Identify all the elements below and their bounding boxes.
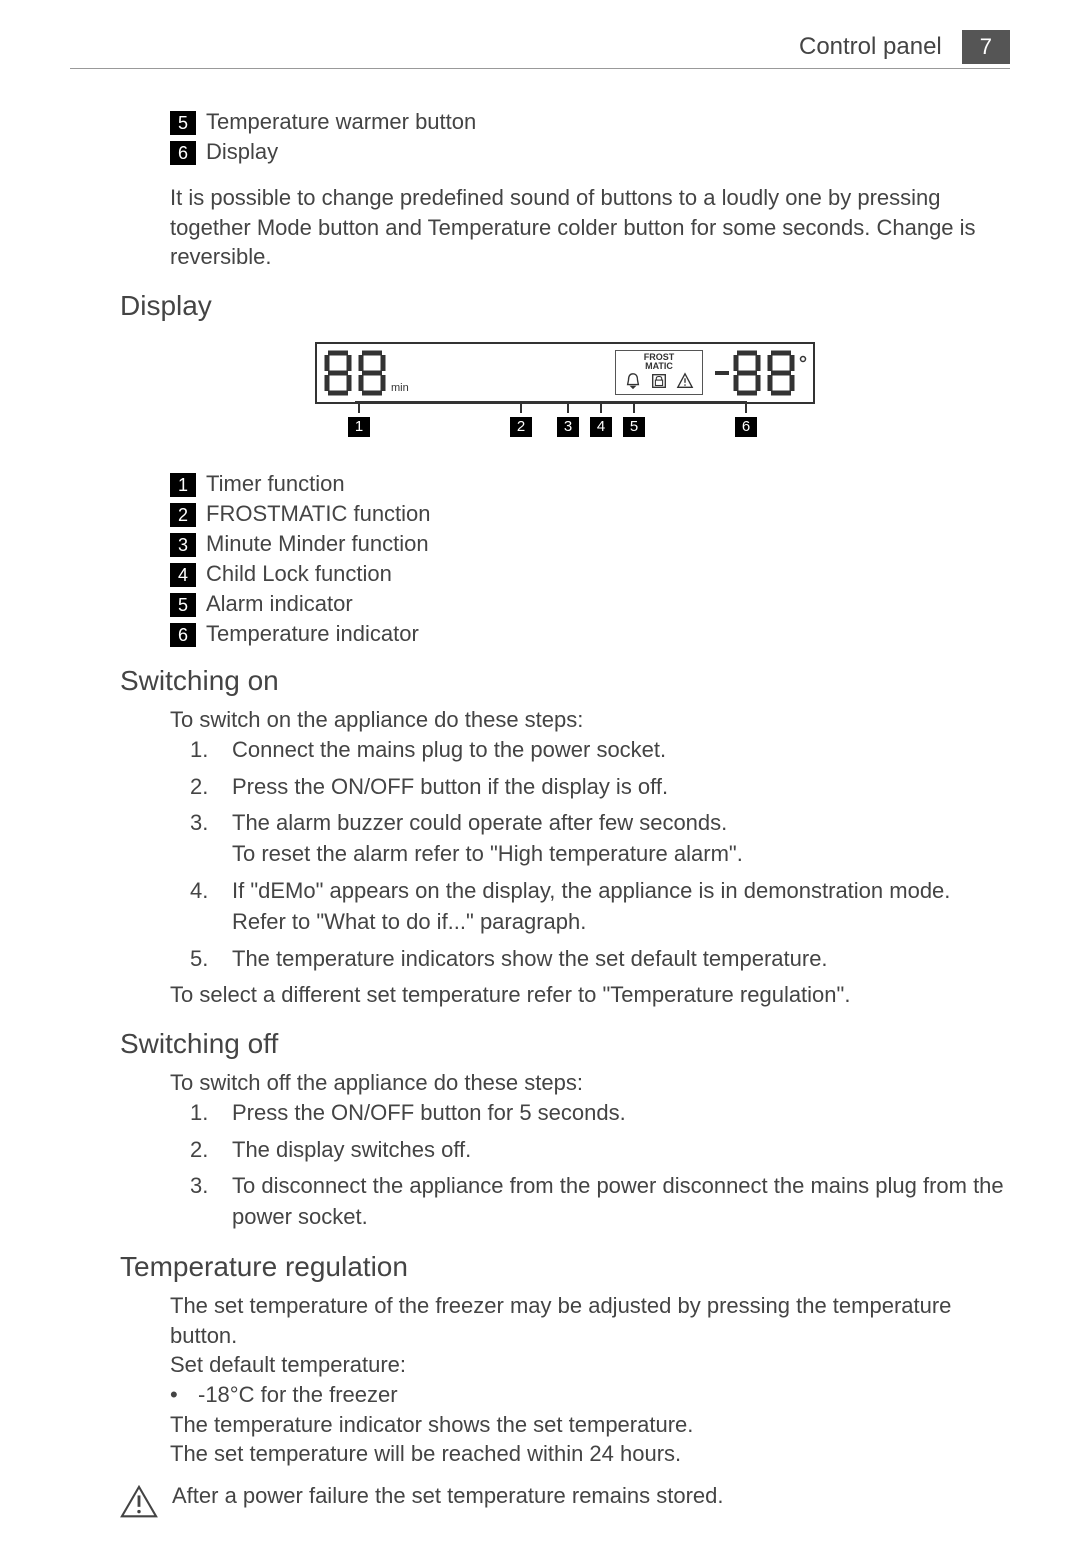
- legend-text: Temperature warmer button: [206, 109, 476, 135]
- legend-number-box: 4: [170, 563, 196, 587]
- section-heading-temp-regulation: Temperature regulation: [120, 1251, 1010, 1283]
- switching-off-intro: To switch off the appliance do these ste…: [170, 1068, 1010, 1098]
- warning-triangle-icon: [120, 1485, 158, 1519]
- section-heading-display: Display: [120, 290, 1010, 322]
- temp-reg-p3: The temperature indicator shows the set …: [170, 1410, 1010, 1440]
- switching-off-steps: 1.Press the ON/OFF button for 5 seconds.…: [190, 1098, 1010, 1233]
- step-text: Press the ON/OFF button for 5 seconds.: [232, 1098, 1010, 1129]
- minus-sign-icon: [715, 350, 729, 396]
- callout-number: 3: [557, 417, 579, 437]
- legend-text: Child Lock function: [206, 561, 392, 587]
- legend-number-box: 2: [170, 503, 196, 527]
- diagram-callout-row: 1 2 3 4 5: [315, 401, 815, 456]
- legend-number-box: 5: [170, 111, 196, 135]
- lcd-frame: min FROST MATIC: [315, 342, 815, 404]
- page-number-badge: 7: [962, 30, 1010, 64]
- legend-text: FROSTMATIC function: [206, 501, 431, 527]
- step-text: If "dEMo" appears on the display, the ap…: [232, 876, 1010, 938]
- alarm-triangle-icon: [676, 372, 694, 390]
- step-number: 3.: [190, 808, 232, 870]
- frostmatic-label: FROST MATIC: [644, 353, 675, 371]
- bullet-icon: •: [170, 1380, 198, 1410]
- step-number: 2.: [190, 772, 232, 803]
- step-number: 4.: [190, 876, 232, 938]
- seg-group: [323, 350, 387, 396]
- legend-item: 6 Display: [170, 139, 1010, 165]
- lcd-timer-area: min: [323, 350, 409, 396]
- seg-group: [732, 350, 796, 396]
- seven-segment-digit: [766, 350, 796, 396]
- lcd-display-diagram: min FROST MATIC: [315, 342, 815, 456]
- seven-segment-digit: [357, 350, 387, 396]
- lock-icon: [650, 372, 668, 390]
- callout-number: 2: [510, 417, 532, 437]
- step-number: 1.: [190, 735, 232, 766]
- display-legend-list: 1 Timer function 2 FROSTMATIC function 3 Mi…: [170, 471, 1010, 647]
- lcd-icons-box: FROST MATIC: [615, 350, 703, 395]
- page-header: Control panel 7: [70, 30, 1010, 69]
- switching-on-outro: To select a different set temperature re…: [170, 980, 1010, 1010]
- warning-note: After a power failure the set temperatur…: [120, 1483, 1010, 1519]
- callout-number: 1: [348, 417, 370, 437]
- step-text: Press the ON/OFF button if the display i…: [232, 772, 1010, 803]
- step-number: 5.: [190, 944, 232, 975]
- warning-text: After a power failure the set temperatur…: [172, 1483, 723, 1509]
- header-title: Control panel: [799, 33, 942, 61]
- step-text: The alarm buzzer could operate after few…: [232, 808, 1010, 870]
- lcd-temperature-area: [715, 350, 807, 396]
- legend-number-box: 6: [170, 623, 196, 647]
- step-number: 2.: [190, 1135, 232, 1166]
- step-text: The display switches off.: [232, 1135, 1010, 1166]
- bullet-item: • -18°C for the freezer: [170, 1380, 1010, 1410]
- step-text: Connect the mains plug to the power sock…: [232, 735, 1010, 766]
- step-text: The temperature indicators show the set …: [232, 944, 1010, 975]
- step-number: 1.: [190, 1098, 232, 1129]
- min-label: min: [391, 382, 409, 394]
- legend-number-box: 5: [170, 593, 196, 617]
- callout-number: 5: [623, 417, 645, 437]
- callout-number: 6: [735, 417, 757, 437]
- section-heading-switching-off: Switching off: [120, 1028, 1010, 1060]
- seven-segment-digit: [732, 350, 762, 396]
- temp-reg-p1: The set temperature of the freezer may b…: [170, 1291, 1010, 1350]
- legend-number-box: 3: [170, 533, 196, 557]
- bell-icon: [624, 372, 642, 390]
- legend-number-box: 6: [170, 141, 196, 165]
- temp-reg-p4: The set temperature will be reached with…: [170, 1439, 1010, 1469]
- temp-reg-p2: Set default temperature:: [170, 1350, 1010, 1380]
- degree-icon: [799, 350, 807, 368]
- step-text: To disconnect the appliance from the pow…: [232, 1171, 1010, 1233]
- switching-on-intro: To switch on the appliance do these step…: [170, 705, 1010, 735]
- legend-item: 5 Temperature warmer button: [170, 109, 1010, 135]
- bullet-text: -18°C for the freezer: [198, 1380, 398, 1410]
- intro-paragraph: It is possible to change predefined soun…: [170, 183, 1010, 272]
- top-legend-list: 5 Temperature warmer button 6 Display: [170, 109, 1010, 165]
- frostmatic-line2: MATIC: [645, 361, 673, 371]
- legend-text: Timer function: [206, 471, 345, 497]
- legend-text: Display: [206, 139, 278, 165]
- legend-number-box: 1: [170, 473, 196, 497]
- legend-text: Temperature indicator: [206, 621, 419, 647]
- callout-number: 4: [590, 417, 612, 437]
- seven-segment-digit: [323, 350, 353, 396]
- legend-text: Alarm indicator: [206, 591, 353, 617]
- step-number: 3.: [190, 1171, 232, 1233]
- section-heading-switching-on: Switching on: [120, 665, 1010, 697]
- switching-on-steps: 1.Connect the mains plug to the power so…: [190, 735, 1010, 975]
- legend-text: Minute Minder function: [206, 531, 429, 557]
